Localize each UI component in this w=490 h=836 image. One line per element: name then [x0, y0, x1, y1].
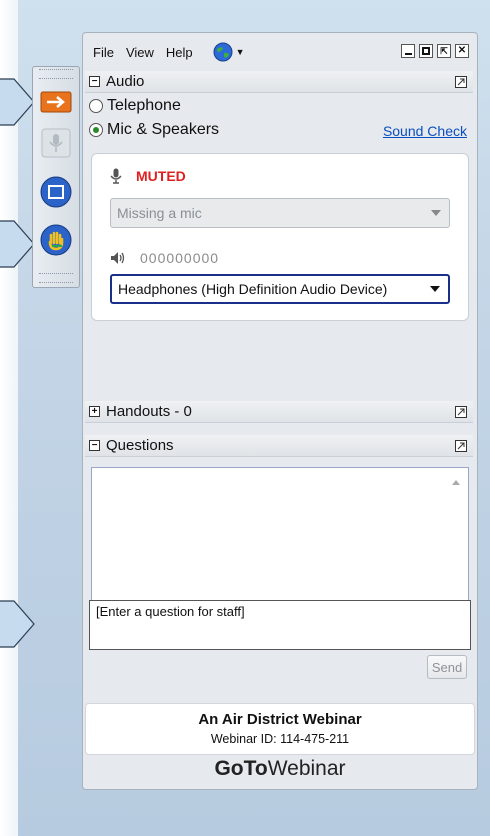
mic-speakers-radio[interactable] — [89, 123, 103, 137]
microphone-button[interactable] — [38, 125, 74, 161]
webinar-info: An Air District Webinar Webinar ID: 114-… — [85, 703, 475, 755]
callout-arrow — [0, 78, 36, 126]
speaker-select-value: Headphones (High Definition Audio Device… — [118, 281, 388, 297]
popout-icon[interactable] — [454, 75, 467, 88]
speaker-level: 000000000 — [110, 250, 219, 266]
telephone-radio[interactable] — [89, 99, 103, 113]
popout-icon[interactable] — [454, 405, 467, 418]
mic-speakers-option[interactable]: Mic & Speakers — [89, 121, 219, 139]
callout-arrow — [0, 600, 36, 648]
popout-icon: ⇱ — [440, 45, 448, 56]
logo-bold: GoTo — [214, 757, 268, 780]
arrow-right-icon — [40, 91, 72, 113]
collapse-icon[interactable]: − — [89, 76, 100, 87]
globe-icon — [213, 42, 233, 62]
raise-hand-icon — [40, 224, 72, 256]
window-controls: ⇱ ✕ — [401, 44, 469, 58]
sound-check-link[interactable]: Sound Check — [383, 123, 467, 139]
telephone-label: Telephone — [107, 97, 181, 114]
raise-hand-button[interactable] — [38, 222, 74, 258]
mute-status: MUTED — [110, 168, 186, 184]
collapse-icon[interactable]: − — [89, 440, 100, 451]
questions-panel-title: Questions — [106, 437, 174, 454]
expand-panel-button[interactable] — [38, 84, 74, 120]
chevron-down-icon — [430, 286, 440, 292]
close-icon: ✕ — [457, 45, 467, 56]
toolbar-grip-bottom[interactable] — [39, 273, 73, 283]
speaker-select[interactable]: Headphones (High Definition Audio Device… — [110, 274, 450, 304]
audio-settings-box: MUTED Missing a mic 000000000 Headphones… — [91, 153, 469, 321]
speaker-level-meter: 000000000 — [140, 250, 220, 266]
close-button[interactable]: ✕ — [455, 44, 469, 58]
minimize-icon — [404, 53, 412, 55]
minimize-button[interactable] — [401, 44, 415, 58]
menu-help[interactable]: Help — [166, 45, 193, 60]
chevron-down-icon — [431, 210, 441, 216]
webinar-window: File View Help ▼ ⇱ ✕ − Audio Telephone M… — [82, 32, 478, 790]
microphone-select-value: Missing a mic — [117, 205, 202, 221]
expand-icon[interactable]: + — [89, 406, 100, 417]
webinar-id: Webinar ID: 114-475-211 — [210, 732, 350, 746]
menu-file[interactable]: File — [93, 45, 114, 60]
screen-icon — [40, 176, 72, 208]
webinar-title: An Air District Webinar — [198, 711, 362, 728]
scroll-up-icon[interactable] — [452, 480, 460, 485]
handouts-panel-title: Handouts - 0 — [106, 403, 192, 420]
language-menu[interactable]: ▼ — [213, 42, 245, 62]
speaker-icon — [111, 252, 125, 264]
microphone-select[interactable]: Missing a mic — [110, 198, 450, 228]
maximize-button[interactable] — [419, 44, 433, 58]
maximize-icon — [422, 47, 430, 55]
mic-icon — [41, 128, 71, 158]
telephone-option[interactable]: Telephone — [89, 97, 181, 115]
popout-icon[interactable] — [454, 439, 467, 452]
mic-speakers-label: Mic & Speakers — [107, 121, 220, 138]
menu-view[interactable]: View — [126, 45, 154, 60]
logo-light: Webinar — [267, 757, 346, 780]
menu-bar: File View Help ▼ ⇱ ✕ — [83, 33, 477, 71]
control-toolbar — [32, 66, 80, 288]
questions-panel-header[interactable]: − Questions — [85, 435, 473, 457]
screen-share-button[interactable] — [38, 174, 74, 210]
toolbar-grip-top[interactable] — [39, 69, 73, 79]
question-input[interactable] — [89, 600, 471, 650]
gotowebinar-logo: GoToWebinar — [83, 757, 477, 781]
popout-window-button[interactable]: ⇱ — [437, 44, 451, 58]
audio-panel-header[interactable]: − Audio — [85, 71, 473, 93]
send-button[interactable]: Send — [427, 655, 467, 679]
audio-panel-title: Audio — [106, 73, 145, 90]
mic-icon — [110, 168, 122, 184]
callout-arrow — [0, 220, 36, 268]
chevron-down-icon: ▼ — [235, 47, 245, 57]
handouts-panel-header[interactable]: + Handouts - 0 — [85, 401, 473, 423]
muted-label: MUTED — [136, 168, 186, 184]
